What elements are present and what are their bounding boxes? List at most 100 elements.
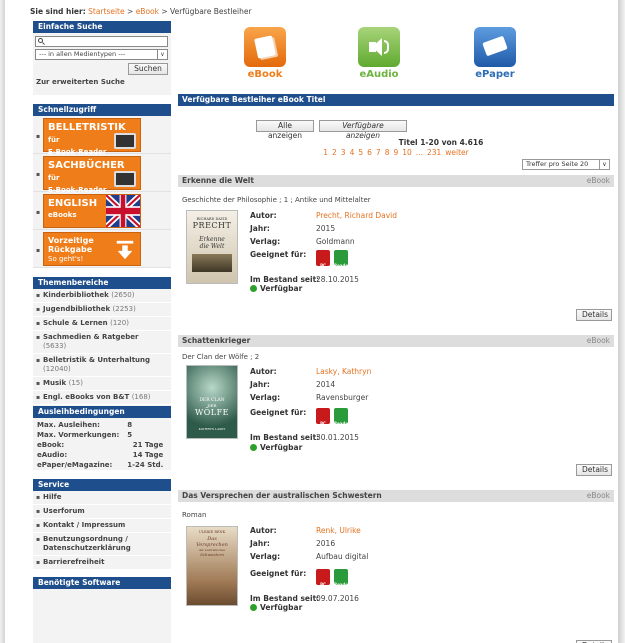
page-link[interactable]: 231 — [427, 148, 441, 157]
page-link[interactable]: 9 — [393, 148, 398, 157]
author-label: Autor: — [250, 211, 277, 220]
cover-artwork — [192, 254, 232, 272]
breadcrumb-home-link[interactable]: Startseite — [88, 7, 124, 16]
service-userforum[interactable]: Userforum — [33, 505, 171, 519]
details-button[interactable]: Details — [576, 309, 612, 321]
service-kontakt[interactable]: Kontakt / Impressum — [33, 519, 171, 533]
breadcrumb-separator: > — [161, 7, 168, 16]
search-button[interactable]: Suchen — [128, 63, 168, 75]
item-header[interactable]: Das Versprechen der australischen Schwes… — [178, 490, 614, 502]
media-type-select[interactable]: --- in allen Medientypen --- ∨ — [35, 49, 168, 60]
page: Sie sind hier: Startseite > eBook > Verf… — [0, 0, 625, 643]
ebook-icon — [244, 27, 286, 67]
tile-rueckgabe[interactable]: ▪ Vorzeitige Rückgabe So geht's! — [33, 230, 171, 268]
tile-belletristik[interactable]: ▪ BELLETRISTIK für E-Book-Reader — [33, 116, 171, 156]
loan-row: ePaper/eMagazine: 1-24 Std. — [33, 460, 167, 470]
page-link[interactable]: 7 — [376, 148, 381, 157]
pagination: Titel 1-20 von 4.616 1 2 3 4 5 6 7 8 9 10... 231 we… — [178, 138, 614, 158]
breadcrumb-ebook-link[interactable]: eBook — [136, 7, 159, 16]
item-header[interactable]: Erkenne die Welt eBook — [178, 175, 614, 187]
spacer — [33, 570, 171, 577]
service-benutzungsordnung[interactable]: Benutzungsordnung / Datenschutzerklärung — [33, 533, 171, 556]
item-title[interactable]: Das Versprechen der australischen Schwes… — [182, 491, 382, 500]
tile-sachbuecher-box[interactable]: SACHBÜCHER für E-Book-Reader — [43, 156, 141, 194]
book-cover[interactable]: ULRIKE RENK Das Versprechen der australi… — [186, 526, 238, 606]
page-link[interactable]: 1 — [323, 148, 328, 157]
tile-english[interactable]: ▪ ENGLISH eBooks — [33, 192, 171, 230]
loan-value: 1-24 Std. — [127, 461, 164, 469]
topic-schule[interactable]: Schule & Lernen (120) — [33, 317, 171, 331]
media-eaudio[interactable]: eAudio — [348, 27, 410, 80]
author-link[interactable]: Renk, Ulrike — [316, 524, 361, 537]
topic-belletristik[interactable]: Belletristik & Unterhaltung(12040) — [33, 354, 171, 377]
tile-title: SACHBÜCHER — [48, 160, 125, 171]
author-link[interactable]: Lasky, Kathryn — [316, 365, 371, 378]
spacer — [33, 470, 171, 479]
suitable-label: Geeignet für: — [250, 408, 307, 417]
search-input[interactable] — [35, 36, 168, 47]
available-dot-icon — [250, 604, 257, 611]
item-header[interactable]: Schattenkrieger eBook — [178, 335, 614, 347]
item-subtitle: Der Clan der Wölfe ; 2 — [182, 353, 260, 361]
page-link[interactable]: 5 — [358, 148, 363, 157]
bullet: ▪ — [36, 247, 41, 254]
page-link[interactable]: 10 — [402, 148, 412, 157]
topic-musik[interactable]: Musik (15) — [33, 377, 171, 391]
topic-kinderbibliothek[interactable]: Kinderbibliothek (2650) — [33, 289, 171, 303]
list-item: Schattenkrieger eBook Der Clan der Wölfe … — [178, 335, 614, 483]
tile-sachbuecher[interactable]: ▪ SACHBÜCHER für E-Book-Reader — [33, 154, 171, 194]
item-title[interactable]: Schattenkrieger — [182, 336, 250, 345]
since-value: 30.01.2015 — [316, 433, 359, 442]
page-link[interactable]: 3 — [341, 148, 346, 157]
book-cover[interactable]: RICHARD DAVID PRECHT Erkenne die Welt — [186, 210, 238, 284]
topic-label: Sachmedien & Ratgeber — [43, 333, 139, 341]
tile-rueckgabe-box[interactable]: Vorzeitige Rückgabe So geht's! — [43, 232, 141, 266]
cover-author: KATHRYN LASKY — [198, 427, 226, 431]
page-link[interactable]: 2 — [332, 148, 337, 157]
loan-conditions-table: Max. Ausleihen: 8 Max. Vormerkungen: 5 eBo… — [33, 420, 167, 470]
loan-value: 5 — [127, 431, 133, 439]
page-link[interactable]: 4 — [350, 148, 355, 157]
item-title[interactable]: Erkenne die Welt — [182, 176, 254, 185]
topic-engl-ebooks[interactable]: Engl. eBooks von B&T (168) — [33, 391, 171, 405]
topic-jugendbibliothek[interactable]: Jugendbibliothek (2253) — [33, 303, 171, 317]
book-cover[interactable]: DER CLAN DER WÖLFE KATHRYN LASKY — [186, 365, 238, 439]
show-available-button[interactable]: Verfügbare anzeigen — [319, 120, 407, 140]
bullet: ▪ — [36, 209, 41, 216]
author-link[interactable]: Precht, Richard David — [316, 209, 397, 222]
bullet: ▪ — [36, 171, 41, 178]
topic-count: (2650) — [111, 291, 135, 299]
details-button[interactable]: Details — [576, 464, 612, 476]
topic-count: (2253) — [112, 305, 136, 313]
spacer — [33, 95, 171, 104]
cover-author: PRECHT — [192, 221, 232, 230]
topic-label: Kinderbibliothek — [43, 291, 109, 299]
media-epaper[interactable]: ePaper — [464, 27, 526, 80]
publisher-label: Verlag: — [250, 237, 281, 246]
media-eaudio-label: eAudio — [359, 69, 399, 80]
item-subtitle: Roman — [182, 511, 207, 519]
search-heading: Einfache Suche — [33, 21, 171, 33]
cover-author: ULRIKE RENK — [198, 530, 226, 534]
tile-belletristik-box[interactable]: BELLETRISTIK für E-Book-Reader — [43, 118, 141, 156]
service-barrierefreiheit[interactable]: Barrierefreiheit — [33, 556, 171, 570]
topic-count: (12040) — [43, 365, 71, 373]
advanced-search-link[interactable]: Zur erweiterten Suche — [36, 78, 125, 86]
arrow-down-icon — [116, 240, 134, 260]
next-page-link[interactable]: weiter — [445, 148, 468, 157]
author-label: Autor: — [250, 367, 277, 376]
per-page-select[interactable]: Treffer pro Seite 20 ∨ — [522, 159, 610, 170]
media-ebook[interactable]: eBook — [234, 27, 296, 80]
search-icon-handle — [42, 42, 45, 45]
page-link[interactable]: 6 — [367, 148, 372, 157]
cover-title-3: WÖLFE — [195, 408, 229, 417]
media-type-select-value: --- in allen Medientypen --- — [39, 50, 126, 58]
tile-english-box[interactable]: ENGLISH eBooks — [43, 194, 141, 228]
topic-sachmedien[interactable]: Sachmedien & Ratgeber(5633) — [33, 331, 171, 354]
topic-label: Schule & Lernen — [43, 319, 108, 327]
service-hilfe[interactable]: Hilfe — [33, 491, 171, 505]
show-all-button[interactable]: Alle anzeigen — [256, 120, 314, 140]
page-link[interactable]: 8 — [385, 148, 390, 157]
ereader-icon — [114, 133, 136, 149]
reader-icon: Reader — [334, 408, 350, 426]
